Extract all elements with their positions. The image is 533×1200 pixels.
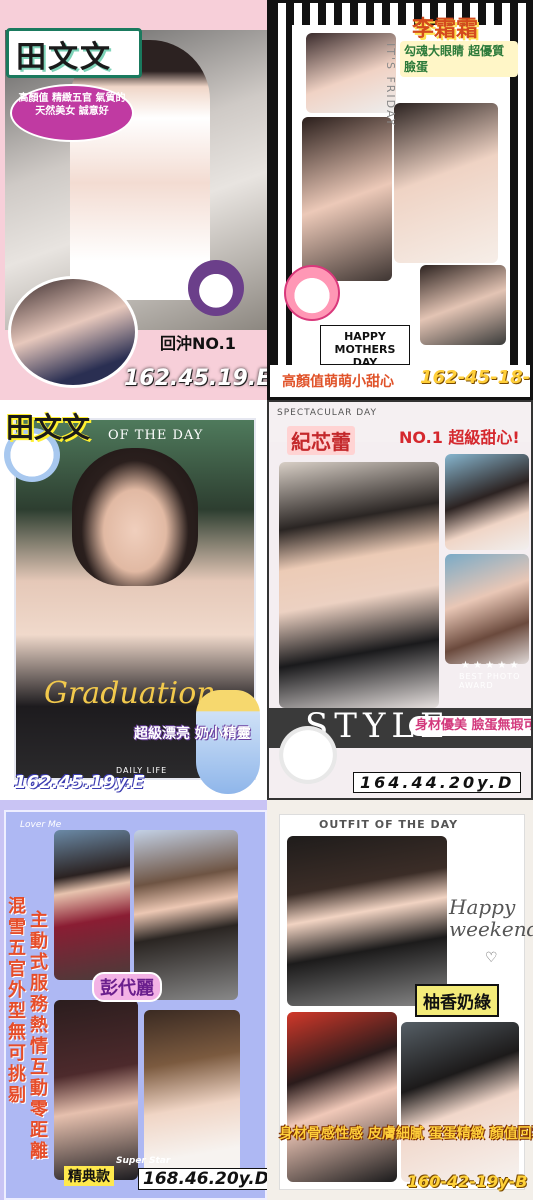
profile-stats: 162-45-18-D bbox=[420, 367, 533, 388]
profile-card-6[interactable]: OUTFIT OF THE DAY Happy weekend ♡ 柚香奶綠 身… bbox=[267, 800, 533, 1200]
profile-card-5[interactable]: Lover Me 混 雪 五 官 外 型 無 可 挑 剔 主 動 式 服 務 熱… bbox=[0, 800, 267, 1200]
profile-card-4[interactable]: SPECTACULAR DAY 紀芯蕾 NO.1 超級甜心! ★ ★ ★ ★ ★… bbox=[267, 400, 533, 800]
heart-icon: ♡ bbox=[485, 950, 498, 966]
profile-name: 柚香奶綠 bbox=[415, 984, 499, 1017]
profile-card-3[interactable]: OF THE DAY 田文文 Graduation 超級漂亮 奶小精靈 DAIL… bbox=[0, 400, 267, 800]
profile-stats: 160-42-19y-B bbox=[407, 1172, 528, 1191]
rank-tag: 回沖NO.1 bbox=[160, 334, 236, 353]
vertical-text-right: 主 動 式 服 務 熱 情 互 動 零 距 離 bbox=[30, 910, 48, 1162]
profile-name: 李霜霜 bbox=[412, 17, 479, 42]
rating-stars: ★ ★ ★ ★ ★ bbox=[461, 660, 519, 671]
circle-photo bbox=[8, 276, 138, 388]
photo-1 bbox=[306, 33, 396, 113]
person-figure bbox=[70, 40, 210, 300]
profile-stats: 162.45.19.E bbox=[124, 366, 267, 391]
photo-2 bbox=[445, 454, 529, 550]
of-the-day-caption: OF THE DAY bbox=[108, 428, 204, 443]
profile-tag: 精典款 bbox=[64, 1166, 114, 1186]
photo-3 bbox=[445, 554, 529, 664]
photo-collage: 田文文 高顏值 精緻五官 氣質的天然美女 誠意好 回沖NO.1 162.45.1… bbox=[0, 0, 533, 1200]
profile-name: 田文文 bbox=[6, 411, 91, 444]
photo-1 bbox=[279, 462, 439, 708]
photo-3 bbox=[401, 1022, 519, 1182]
outfit-caption: OUTFIT OF THE DAY bbox=[319, 818, 459, 831]
profile-tag: 身材骨感性感 皮膚細膩 蛋蛋精緻 顏值回票價 bbox=[279, 1126, 533, 1142]
mascot-icon bbox=[279, 726, 337, 784]
profile-name: 彭代麗 bbox=[92, 972, 162, 1002]
profile-tag: 高顏值萌萌小甜心 bbox=[282, 374, 394, 390]
photo-1 bbox=[54, 830, 130, 980]
vertical-text-left: 混 雪 五 官 外 型 無 可 挑 剔 bbox=[8, 896, 26, 1106]
profile-card-2[interactable]: IT'S FRIDAY 李霜霜 勾魂大眼睛 超優質臉蛋 HAPPY MOTHER… bbox=[267, 0, 533, 400]
script-caption: Graduation bbox=[44, 676, 216, 711]
mascot-icon bbox=[284, 265, 340, 321]
photo-3 bbox=[54, 1000, 138, 1180]
profile-name: 紀芯蕾 bbox=[287, 426, 355, 455]
profile-card-1[interactable]: 田文文 高顏值 精緻五官 氣質的天然美女 誠意好 回沖NO.1 162.45.1… bbox=[0, 0, 267, 400]
profile-stats: 168.46.20y.D bbox=[138, 1168, 267, 1190]
photo-2 bbox=[302, 117, 392, 281]
spectacular-caption: SPECTACULAR DAY bbox=[277, 408, 377, 418]
happy-caption: HAPPY MOTHERS DAY bbox=[320, 325, 410, 369]
award-caption: BEST PHOTO AWARD bbox=[459, 672, 521, 690]
lover-caption: Lover Me bbox=[20, 820, 62, 830]
person-figure bbox=[72, 448, 198, 586]
superstar-caption: Super Star bbox=[116, 1156, 171, 1166]
vertical-caption: IT'S FRIDAY bbox=[384, 43, 397, 128]
profile-name: 田文文 bbox=[16, 40, 112, 75]
photo-1 bbox=[287, 836, 447, 1006]
photo-3 bbox=[394, 103, 498, 263]
profile-tag: 身材優美 臉蛋無瑕可愛 bbox=[409, 716, 531, 736]
photo-4 bbox=[420, 265, 506, 345]
profile-stats: 162.45.19y.E bbox=[14, 772, 145, 793]
subtitle: 勾魂大眼睛 超優質臉蛋 bbox=[400, 41, 518, 77]
princess-icon bbox=[196, 690, 260, 794]
description-text: 高顏值 精緻五官 氣質的天然美女 誠意好 bbox=[18, 93, 126, 117]
profile-tag: 超級漂亮 奶小精靈 bbox=[134, 726, 251, 742]
profile-stats: 164.44.20y.D bbox=[353, 772, 522, 793]
happy-caption: Happy weekend bbox=[449, 895, 533, 941]
rank-caption: NO.1 超級甜心! bbox=[399, 428, 520, 447]
photo-2 bbox=[287, 1012, 397, 1182]
mascot-icon bbox=[188, 260, 244, 316]
